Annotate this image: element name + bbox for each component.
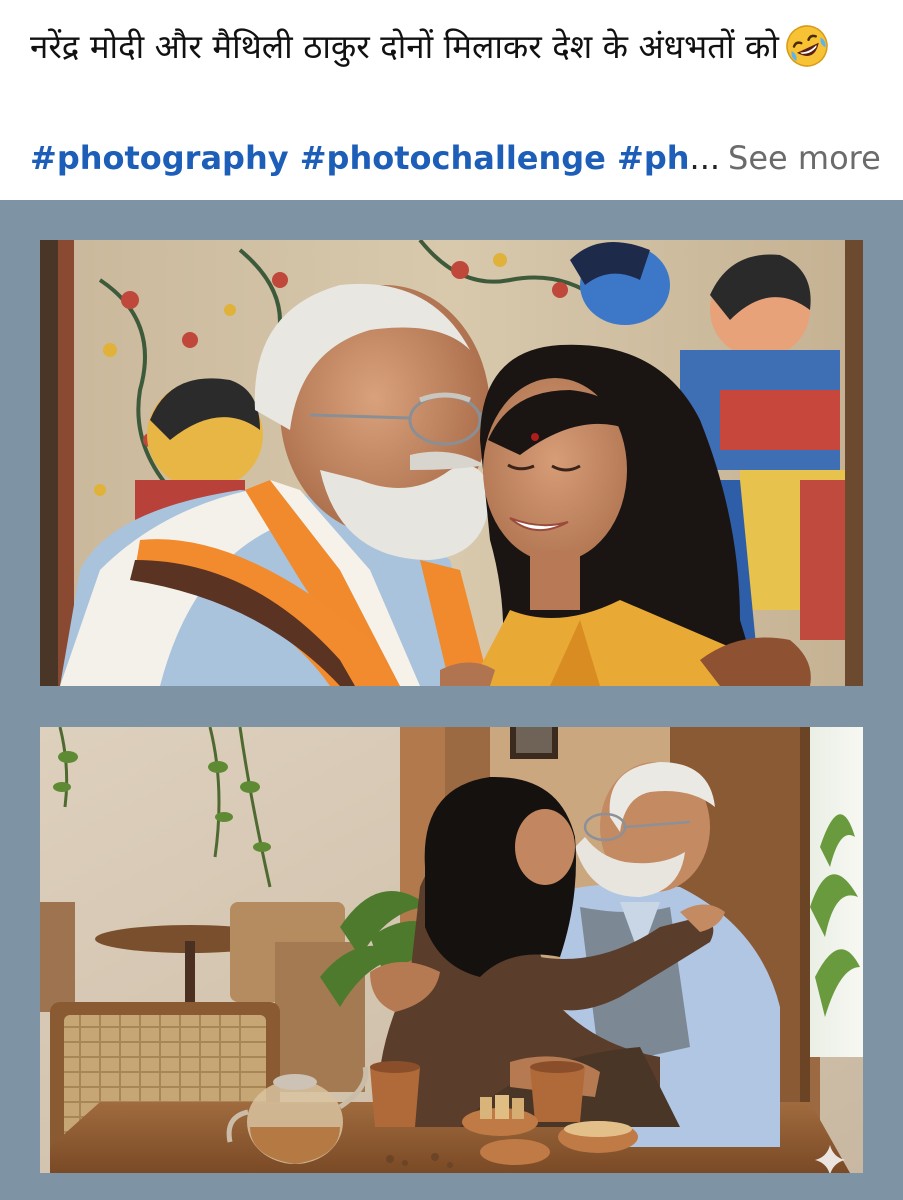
photo-2-image (40, 727, 863, 1173)
photo-1[interactable] (40, 240, 863, 686)
post-caption-text: नरेंद्र मोदी और मैथिली ठाकुर दोनों मिलाक… (30, 27, 779, 66)
hashtags-link[interactable]: #photography #photochallenge #ph (30, 139, 690, 177)
media-container (0, 200, 903, 1200)
photo-1-image (40, 240, 863, 686)
truncation-ellipsis: ... (689, 139, 721, 177)
photo-2[interactable] (40, 727, 863, 1173)
post-caption: नरेंद्र मोदी और मैथिली ठाकुर दोनों मिलाक… (30, 18, 890, 76)
post-caption-block: नरेंद्र मोदी और मैथिली ठाकुर दोनों मिलाक… (30, 18, 890, 76)
hashtag-line: #photography #photochallenge #ph... See m… (30, 136, 881, 180)
see-more-link[interactable]: See more (728, 139, 881, 177)
rolling-laughing-emoji-icon (786, 24, 828, 67)
